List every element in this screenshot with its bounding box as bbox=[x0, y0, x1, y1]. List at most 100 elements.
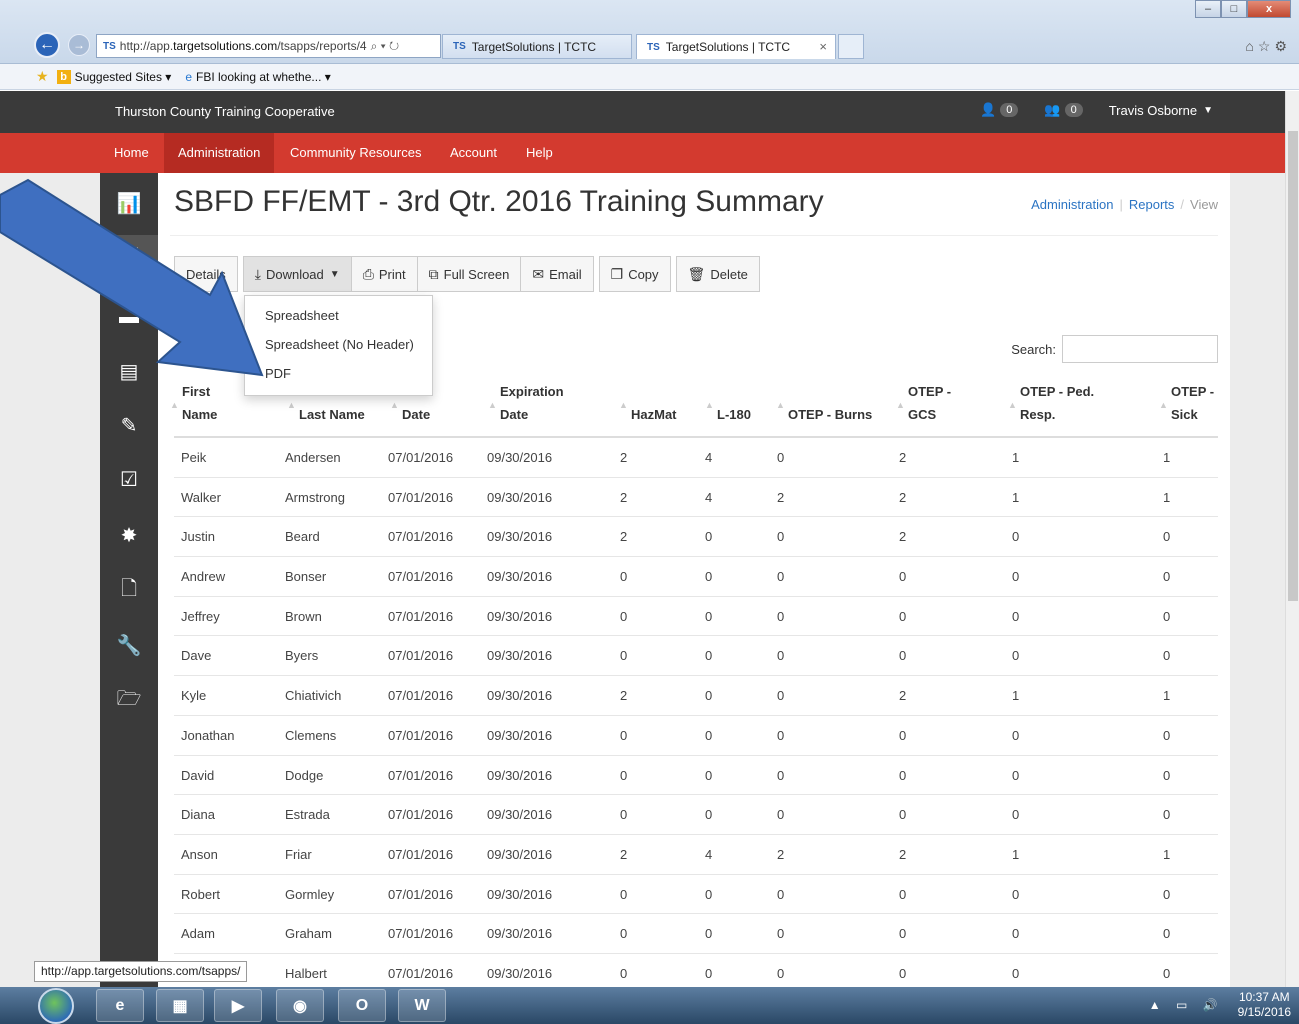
close-window-button[interactable]: x bbox=[1247, 0, 1291, 18]
full-screen-button[interactable]: ⧉ Full Screen bbox=[416, 256, 522, 292]
minimize-button[interactable]: – bbox=[1195, 0, 1221, 18]
delete-button[interactable]: 🗑 Delete bbox=[675, 256, 760, 292]
breadcrumb-separator: / bbox=[1180, 197, 1185, 212]
table-row[interactable]: Robert Gormley 07/01/2016 09/30/2016 0 0 0 0 0 0 bbox=[174, 875, 1218, 915]
tray-icons[interactable]: ▲ ▭ 🔊 bbox=[1149, 998, 1224, 1012]
details-button[interactable]: Details bbox=[174, 256, 238, 292]
favorites-star-icon[interactable]: ☆ bbox=[1258, 38, 1275, 54]
page-scrollbar[interactable] bbox=[1285, 91, 1299, 987]
table-cell: 0 bbox=[1163, 767, 1171, 783]
table-cell: 1 bbox=[1163, 688, 1171, 704]
table-row[interactable]: Jonathan Clemens 07/01/2016 09/30/2016 0 0 0 0 0… bbox=[174, 716, 1218, 756]
search-input[interactable] bbox=[1062, 335, 1218, 363]
table-row[interactable]: Andrew Bonser 07/01/2016 09/30/2016 0 0 0 0 0 0 bbox=[174, 557, 1218, 597]
taskbar-outlook[interactable]: O bbox=[338, 989, 386, 1022]
email-button[interactable]: ✉ Email bbox=[520, 256, 594, 292]
taskbar-media[interactable]: ▶ bbox=[214, 989, 262, 1022]
org-name[interactable]: Thurston County Training Cooperative bbox=[115, 104, 335, 119]
sidebar-item-reports[interactable]: 📊 bbox=[100, 183, 158, 223]
column-header[interactable]: OTEP - Ped. Resp. bbox=[1020, 380, 1094, 426]
home-icon[interactable]: ⌂ bbox=[1245, 38, 1257, 54]
start-button[interactable] bbox=[38, 988, 74, 1024]
gear-icon[interactable]: ⚙ bbox=[1274, 38, 1291, 54]
sort-icon: ▲ bbox=[488, 400, 497, 410]
taskbar-explorer[interactable]: ▦ bbox=[156, 989, 204, 1022]
column-header[interactable]: OTEP - Burns bbox=[788, 403, 872, 426]
nav-account[interactable]: Account bbox=[436, 133, 511, 173]
download-button[interactable]: ⤓ Download ▼ bbox=[242, 256, 352, 292]
table-row[interactable]: Walker Armstrong 07/01/2016 09/30/2016 2 4 2 2 1… bbox=[174, 478, 1218, 518]
table-row[interactable]: Adam Graham 07/01/2016 09/30/2016 0 0 0 0 0 0 bbox=[174, 914, 1218, 954]
user-icon[interactable]: 👤 bbox=[980, 102, 996, 118]
table-cell: Graham bbox=[285, 926, 332, 942]
table-row[interactable]: Kyle Chiativich 07/01/2016 09/30/2016 2 0 0 2 1 1 bbox=[174, 676, 1218, 716]
app-header: Thurston County Training Cooperative 👤 0… bbox=[0, 91, 1285, 133]
copy-button[interactable]: ❐ Copy bbox=[598, 256, 671, 292]
table-cell: 0 bbox=[1163, 886, 1171, 902]
forward-button[interactable]: → bbox=[68, 34, 90, 56]
table-cell: 07/01/2016 bbox=[388, 450, 454, 465]
new-tab-button[interactable] bbox=[838, 34, 864, 59]
sidebar-item-certifications[interactable]: ✸ bbox=[100, 515, 158, 555]
sidebar-item-records[interactable]: ▬ bbox=[100, 297, 158, 337]
page-title: SBFD FF/EMT - 3rd Qtr. 2016 Training Sum… bbox=[174, 185, 824, 218]
scrollbar-thumb[interactable] bbox=[1288, 131, 1298, 601]
taskbar-ie[interactable]: e bbox=[96, 989, 144, 1022]
back-button[interactable]: ← bbox=[34, 32, 60, 58]
sidebar-item-tools[interactable]: 🔧 bbox=[100, 625, 158, 665]
sort-icon: ▲ bbox=[287, 400, 296, 410]
table-cell: Adam bbox=[181, 926, 215, 942]
table-cell: 07/01/2016 bbox=[388, 688, 454, 704]
sidebar-item-documents[interactable]: 🗋 bbox=[100, 571, 158, 611]
print-button[interactable]: ⎙ Print bbox=[350, 256, 418, 292]
column-header[interactable]: L-180 bbox=[717, 403, 751, 426]
favorite-suggested-sites[interactable]: Suggested Sites ▾ bbox=[75, 70, 172, 84]
column-header[interactable]: HazMat bbox=[631, 403, 677, 426]
search-icon[interactable]: ⌕ ▾ ↻ bbox=[371, 39, 400, 54]
breadcrumb-administration[interactable]: Administration bbox=[1031, 197, 1113, 212]
download-pdf[interactable]: PDF bbox=[245, 360, 432, 389]
sidebar-item-book[interactable]: ▤ bbox=[100, 351, 158, 391]
table-row[interactable]: Diana Estrada 07/01/2016 09/30/2016 0 0 0 0 0 0 bbox=[174, 795, 1218, 835]
sidebar-item-checklist[interactable]: ☑ bbox=[100, 459, 158, 499]
address-bar[interactable]: TS http://app. targetsolutions.com/tsapps… bbox=[96, 34, 441, 58]
table-row[interactable]: Justin Beard 07/01/2016 09/30/2016 2 0 0 2 0 0 bbox=[174, 517, 1218, 558]
nav-community-resources[interactable]: Community Resources bbox=[276, 133, 436, 173]
table-cell: 1 bbox=[1012, 450, 1020, 465]
nav-help[interactable]: Help bbox=[512, 133, 567, 173]
favorite-fbi-article[interactable]: FBI looking at whethe... ▾ bbox=[196, 70, 331, 84]
close-icon[interactable]: × bbox=[819, 39, 827, 54]
breadcrumb-reports[interactable]: Reports bbox=[1129, 197, 1175, 212]
taskbar-word[interactable]: W bbox=[398, 989, 446, 1022]
taskbar: e ▦ ▶ ◉ O W ▲ ▭ 🔊 10:37 AM 9/15/2016 bbox=[0, 987, 1299, 1024]
maximize-button[interactable]: □ bbox=[1221, 0, 1247, 18]
column-header[interactable]: First Name bbox=[182, 380, 217, 426]
table-cell: Jonathan bbox=[181, 727, 235, 743]
download-spreadsheet-no-header[interactable]: Spreadsheet (No Header) bbox=[245, 331, 432, 360]
nav-home[interactable]: Home bbox=[100, 133, 163, 173]
browser-tab-1[interactable]: TS TargetSolutions | TCTC bbox=[442, 34, 632, 59]
column-header[interactable]: OTEP - GCS bbox=[908, 380, 951, 426]
column-header[interactable]: Last Name bbox=[299, 403, 365, 426]
sidebar-item-database[interactable]: ☰ bbox=[100, 235, 158, 275]
table-cell: 0 bbox=[620, 807, 628, 823]
user-menu[interactable]: Travis Osborne bbox=[1109, 103, 1197, 118]
table-cell: 07/01/2016 bbox=[388, 767, 454, 783]
table-row[interactable]: Dave Byers 07/01/2016 09/30/2016 0 0 0 0 0 0 bbox=[174, 636, 1218, 677]
table-cell: 0 bbox=[899, 727, 907, 743]
table-row[interactable]: Jeffrey Brown 07/01/2016 09/30/2016 0 0 0 0 0 0 bbox=[174, 597, 1218, 637]
sidebar-item-edit[interactable]: ✎ bbox=[100, 405, 158, 445]
sidebar-item-folders[interactable]: 🗁 bbox=[100, 681, 158, 721]
favorites-star-icon[interactable]: ★ bbox=[36, 68, 49, 85]
users-icon[interactable]: 👥 bbox=[1044, 102, 1060, 118]
column-header[interactable]: Expiration Date bbox=[500, 380, 564, 426]
taskbar-chrome[interactable]: ◉ bbox=[276, 989, 324, 1022]
table-row[interactable]: Peik Andersen 07/01/2016 09/30/2016 2 4 0 2 1 1 bbox=[174, 438, 1218, 478]
download-spreadsheet[interactable]: Spreadsheet bbox=[245, 302, 432, 331]
table-row[interactable]: Anson Friar 07/01/2016 09/30/2016 2 4 2 2 1 1 bbox=[174, 835, 1218, 875]
clock[interactable]: 10:37 AM 9/15/2016 bbox=[1238, 990, 1291, 1020]
table-row[interactable]: David Dodge 07/01/2016 09/30/2016 0 0 0 0 0 0 bbox=[174, 756, 1218, 796]
column-header[interactable]: OTEP - Sick bbox=[1171, 380, 1214, 426]
browser-tab-2[interactable]: TS TargetSolutions | TCTC × bbox=[636, 34, 836, 59]
nav-administration[interactable]: Administration bbox=[164, 133, 275, 173]
